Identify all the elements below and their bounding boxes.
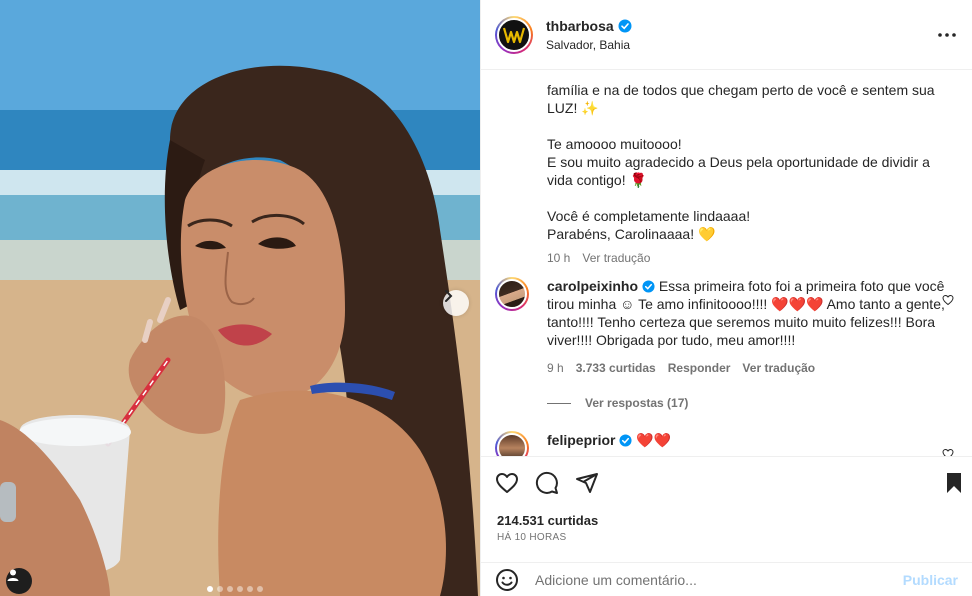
view-replies-label: Ver respostas (17) — [585, 396, 689, 410]
comment-composer: Publicar — [481, 562, 972, 596]
carousel-dots — [207, 586, 263, 592]
chevron-right-icon — [445, 290, 453, 302]
view-replies-button[interactable]: Ver respostas (17) — [547, 396, 688, 410]
comments-scroll[interactable]: família e na de todos que chegam perto d… — [481, 71, 972, 456]
comment-item: felipeprior ❤️❤️ — [495, 431, 958, 456]
carousel-dot[interactable] — [237, 586, 243, 592]
comment-input[interactable] — [535, 572, 903, 588]
carousel-dot[interactable] — [247, 586, 253, 592]
bookmark-icon — [947, 473, 961, 493]
comment-translate-link[interactable]: Ver tradução — [742, 359, 815, 377]
commenter-avatar[interactable] — [495, 277, 529, 311]
author-username[interactable]: thbarbosa — [546, 18, 614, 34]
more-icon — [938, 33, 956, 37]
comment-button[interactable] — [535, 471, 559, 495]
heart-icon — [942, 448, 954, 456]
author-avatar[interactable] — [495, 15, 533, 54]
post-header: thbarbosa Salvador, Bahia — [481, 0, 972, 70]
share-button[interactable] — [575, 471, 599, 495]
logo-icon — [503, 27, 525, 43]
comment-text: ❤️❤️ — [636, 432, 672, 448]
comment-likes[interactable]: 3.733 curtidas — [576, 359, 656, 377]
comment-icon — [535, 471, 558, 494]
carousel-next-button[interactable] — [443, 290, 469, 316]
caption-line: Parabéns, Carolinaaaa! 💛 — [547, 226, 716, 242]
publish-button[interactable]: Publicar — [903, 572, 958, 588]
comment-username[interactable]: carolpeixinho — [547, 278, 638, 294]
commenter-avatar[interactable] — [495, 431, 529, 456]
heart-icon — [942, 294, 954, 306]
comment-reply-button[interactable]: Responder — [668, 359, 731, 377]
post-timestamp[interactable]: HÁ 10 HORAS — [497, 532, 566, 543]
verified-icon — [642, 280, 655, 293]
verified-icon — [618, 19, 632, 33]
comment-like-button[interactable] — [942, 293, 954, 309]
photo-illustration — [0, 0, 480, 596]
caption-line: Você é completamente lindaaaa! — [547, 208, 751, 224]
caption-line: Te amoooo muitoooo! — [547, 136, 682, 152]
caption-line: LUZ! ✨ — [547, 100, 599, 116]
comment-time: 9 h — [547, 361, 564, 375]
caption-translate-link[interactable]: Ver tradução — [582, 249, 650, 267]
save-button[interactable] — [942, 471, 966, 498]
verified-icon — [619, 434, 632, 447]
user-tag-button[interactable] — [6, 568, 32, 594]
emoji-button[interactable] — [495, 568, 519, 592]
share-icon — [576, 473, 598, 493]
caption-line: E sou muito agradecido a Deus pela oport… — [547, 154, 930, 170]
carousel-dot[interactable] — [257, 586, 263, 592]
heart-icon — [496, 473, 518, 493]
post-actions: 214.531 curtidas HÁ 10 HORAS Publicar — [481, 456, 972, 596]
caption-line: família e na de todos que chegam perto d… — [547, 82, 935, 98]
post-dialog: thbarbosa Salvador, Bahia família e na d… — [0, 0, 972, 596]
user-tag-icon — [7, 569, 19, 581]
carousel-dot[interactable] — [227, 586, 233, 592]
caption-line: vida contigo! 🌹 — [547, 172, 647, 188]
post-panel: thbarbosa Salvador, Bahia família e na d… — [480, 0, 972, 596]
carousel-dot[interactable] — [207, 586, 213, 592]
comment-like-button[interactable] — [942, 447, 954, 456]
caption: família e na de todos que chegam perto d… — [547, 71, 947, 267]
like-button[interactable] — [495, 471, 519, 495]
emoji-icon — [496, 569, 518, 591]
carousel-dot[interactable] — [217, 586, 223, 592]
post-photo[interactable] — [0, 0, 480, 596]
likes-count[interactable]: 214.531 curtidas — [497, 513, 598, 528]
comment-username[interactable]: felipeprior — [547, 432, 615, 448]
caption-time: 10 h — [547, 251, 571, 265]
comment-item: carolpeixinho Essa primeira foto foi a p… — [495, 277, 958, 377]
more-options-button[interactable] — [936, 24, 958, 46]
post-location[interactable]: Salvador, Bahia — [546, 38, 632, 52]
